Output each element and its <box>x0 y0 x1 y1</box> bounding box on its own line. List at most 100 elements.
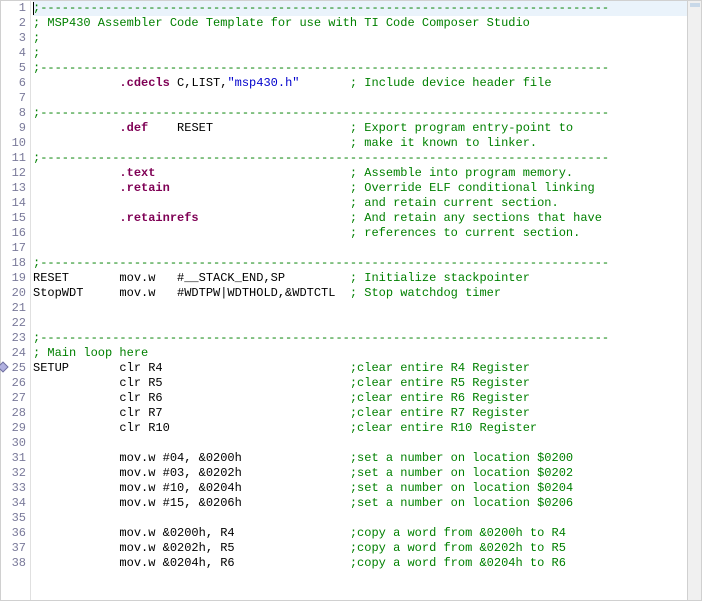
code-token: ; make it known to linker. <box>350 136 537 150</box>
code-line[interactable]: ;---------------------------------------… <box>33 106 701 121</box>
line-number: 3 <box>1 31 26 46</box>
code-token: .text <box>119 166 155 180</box>
code-area[interactable]: ;---------------------------------------… <box>31 1 701 600</box>
code-line[interactable]: mov.w &0202h, R5 ;copy a word from &0202… <box>33 541 701 556</box>
code-line[interactable]: .text ; Assemble into program memory. <box>33 166 701 181</box>
line-number: 20 <box>1 286 26 301</box>
line-number: 29 <box>1 421 26 436</box>
line-number: 5 <box>1 61 26 76</box>
line-number: 33 <box>1 481 26 496</box>
code-line[interactable]: SETUP clr R4 ;clear entire R4 Register <box>33 361 701 376</box>
code-token <box>33 181 119 195</box>
code-line[interactable] <box>33 316 701 331</box>
breakpoint-marker-icon[interactable] <box>0 361 9 372</box>
code-line[interactable]: ;---------------------------------------… <box>33 331 701 346</box>
line-number: 21 <box>1 301 26 316</box>
code-token: ; Export program entry-point to <box>350 121 573 135</box>
code-line[interactable]: mov.w #04, &0200h ;set a number on locat… <box>33 451 701 466</box>
code-token: ; Stop watchdog timer <box>350 286 501 300</box>
line-number: 26 <box>1 376 26 391</box>
code-token <box>33 226 350 240</box>
code-token: ;copy a word from &0202h to R5 <box>350 541 566 555</box>
code-token: ; And retain any sections that have <box>350 211 602 225</box>
code-token: "msp430.h" <box>227 76 299 90</box>
code-line[interactable]: .retainrefs ; And retain any sections th… <box>33 211 701 226</box>
code-line[interactable]: ; Main loop here <box>33 346 701 361</box>
code-line[interactable] <box>33 301 701 316</box>
code-token: ;copy a word from &0204h to R6 <box>350 556 566 570</box>
code-token: mov.w &0202h, R5 <box>33 541 350 555</box>
code-token: .retainrefs <box>119 211 198 225</box>
code-token: clr R5 <box>33 376 350 390</box>
code-token: ; Assemble into program memory. <box>350 166 573 180</box>
code-line[interactable] <box>33 91 701 106</box>
code-token: ;---------------------------------------… <box>33 106 609 120</box>
code-line[interactable]: ; make it known to linker. <box>33 136 701 151</box>
line-number: 1 <box>1 1 26 16</box>
line-number: 8 <box>1 106 26 121</box>
code-token <box>299 76 349 90</box>
code-token: ;clear entire R4 Register <box>350 361 530 375</box>
code-token: C,LIST, <box>170 76 228 90</box>
line-number: 38 <box>1 556 26 571</box>
code-token: StopWDT mov.w #WDTPW|WDTHOLD,&WDTCTL <box>33 286 350 300</box>
code-line[interactable]: ; MSP430 Assembler Code Template for use… <box>33 16 701 31</box>
overview-ruler[interactable] <box>687 1 701 600</box>
code-token: ; Main loop here <box>33 346 148 360</box>
code-line[interactable]: .cdecls C,LIST,"msp430.h" ; Include devi… <box>33 76 701 91</box>
code-token: ;---------------------------------------… <box>33 151 609 165</box>
code-token: ;clear entire R5 Register <box>350 376 530 390</box>
code-line[interactable]: mov.w #15, &0206h ;set a number on locat… <box>33 496 701 511</box>
line-number: 23 <box>1 331 26 346</box>
code-line[interactable]: .def RESET ; Export program entry-point … <box>33 121 701 136</box>
code-line[interactable]: clr R6 ;clear entire R6 Register <box>33 391 701 406</box>
code-token: mov.w #15, &0206h <box>33 496 350 510</box>
code-line[interactable]: StopWDT mov.w #WDTPW|WDTHOLD,&WDTCTL ; S… <box>33 286 701 301</box>
code-line[interactable]: ; <box>33 46 701 61</box>
code-token: ;clear entire R7 Register <box>350 406 530 420</box>
code-line[interactable] <box>33 436 701 451</box>
code-line[interactable] <box>33 241 701 256</box>
line-number: 12 <box>1 166 26 181</box>
code-line[interactable]: clr R5 ;clear entire R5 Register <box>33 376 701 391</box>
line-number: 17 <box>1 241 26 256</box>
code-line[interactable]: ; <box>33 31 701 46</box>
code-line[interactable]: ;---------------------------------------… <box>33 256 701 271</box>
code-line[interactable]: ;---------------------------------------… <box>33 1 701 16</box>
code-line[interactable]: mov.w &0204h, R6 ;copy a word from &0204… <box>33 556 701 571</box>
code-line[interactable]: RESET mov.w #__STACK_END,SP ; Initialize… <box>33 271 701 286</box>
line-number: 14 <box>1 196 26 211</box>
code-token: ;---------------------------------------… <box>33 331 609 345</box>
code-token: ; <box>33 31 40 45</box>
code-line[interactable]: ; references to current section. <box>33 226 701 241</box>
code-token: ;clear entire R10 Register <box>350 421 537 435</box>
code-token: clr R7 <box>33 406 350 420</box>
code-line[interactable] <box>33 511 701 526</box>
code-line[interactable]: mov.w #10, &0204h ;set a number on locat… <box>33 481 701 496</box>
code-line[interactable]: .retain ; Override ELF conditional linki… <box>33 181 701 196</box>
code-token: ;copy a word from &0200h to R4 <box>350 526 566 540</box>
line-number: 13 <box>1 181 26 196</box>
code-token <box>155 166 349 180</box>
code-line[interactable]: mov.w &0200h, R4 ;copy a word from &0200… <box>33 526 701 541</box>
code-token: mov.w #03, &0202h <box>33 466 350 480</box>
line-number: 19 <box>1 271 26 286</box>
line-number: 31 <box>1 451 26 466</box>
code-line[interactable]: mov.w #03, &0202h ;set a number on locat… <box>33 466 701 481</box>
code-line[interactable]: ; and retain current section. <box>33 196 701 211</box>
line-number: 27 <box>1 391 26 406</box>
code-line[interactable]: ;---------------------------------------… <box>33 61 701 76</box>
line-number: 6 <box>1 76 26 91</box>
line-number-gutter: 1234567891011121314151617181920212223242… <box>1 1 31 600</box>
code-token: mov.w #10, &0204h <box>33 481 350 495</box>
code-editor[interactable]: 1234567891011121314151617181920212223242… <box>1 1 701 600</box>
code-line[interactable]: clr R10 ;clear entire R10 Register <box>33 421 701 436</box>
ruler-mark <box>690 3 700 7</box>
line-number: 24 <box>1 346 26 361</box>
code-token: ;clear entire R6 Register <box>350 391 530 405</box>
code-line[interactable]: ;---------------------------------------… <box>33 151 701 166</box>
code-token: ; references to current section. <box>350 226 580 240</box>
code-line[interactable]: clr R7 ;clear entire R7 Register <box>33 406 701 421</box>
code-token <box>33 136 350 150</box>
line-number: 37 <box>1 541 26 556</box>
